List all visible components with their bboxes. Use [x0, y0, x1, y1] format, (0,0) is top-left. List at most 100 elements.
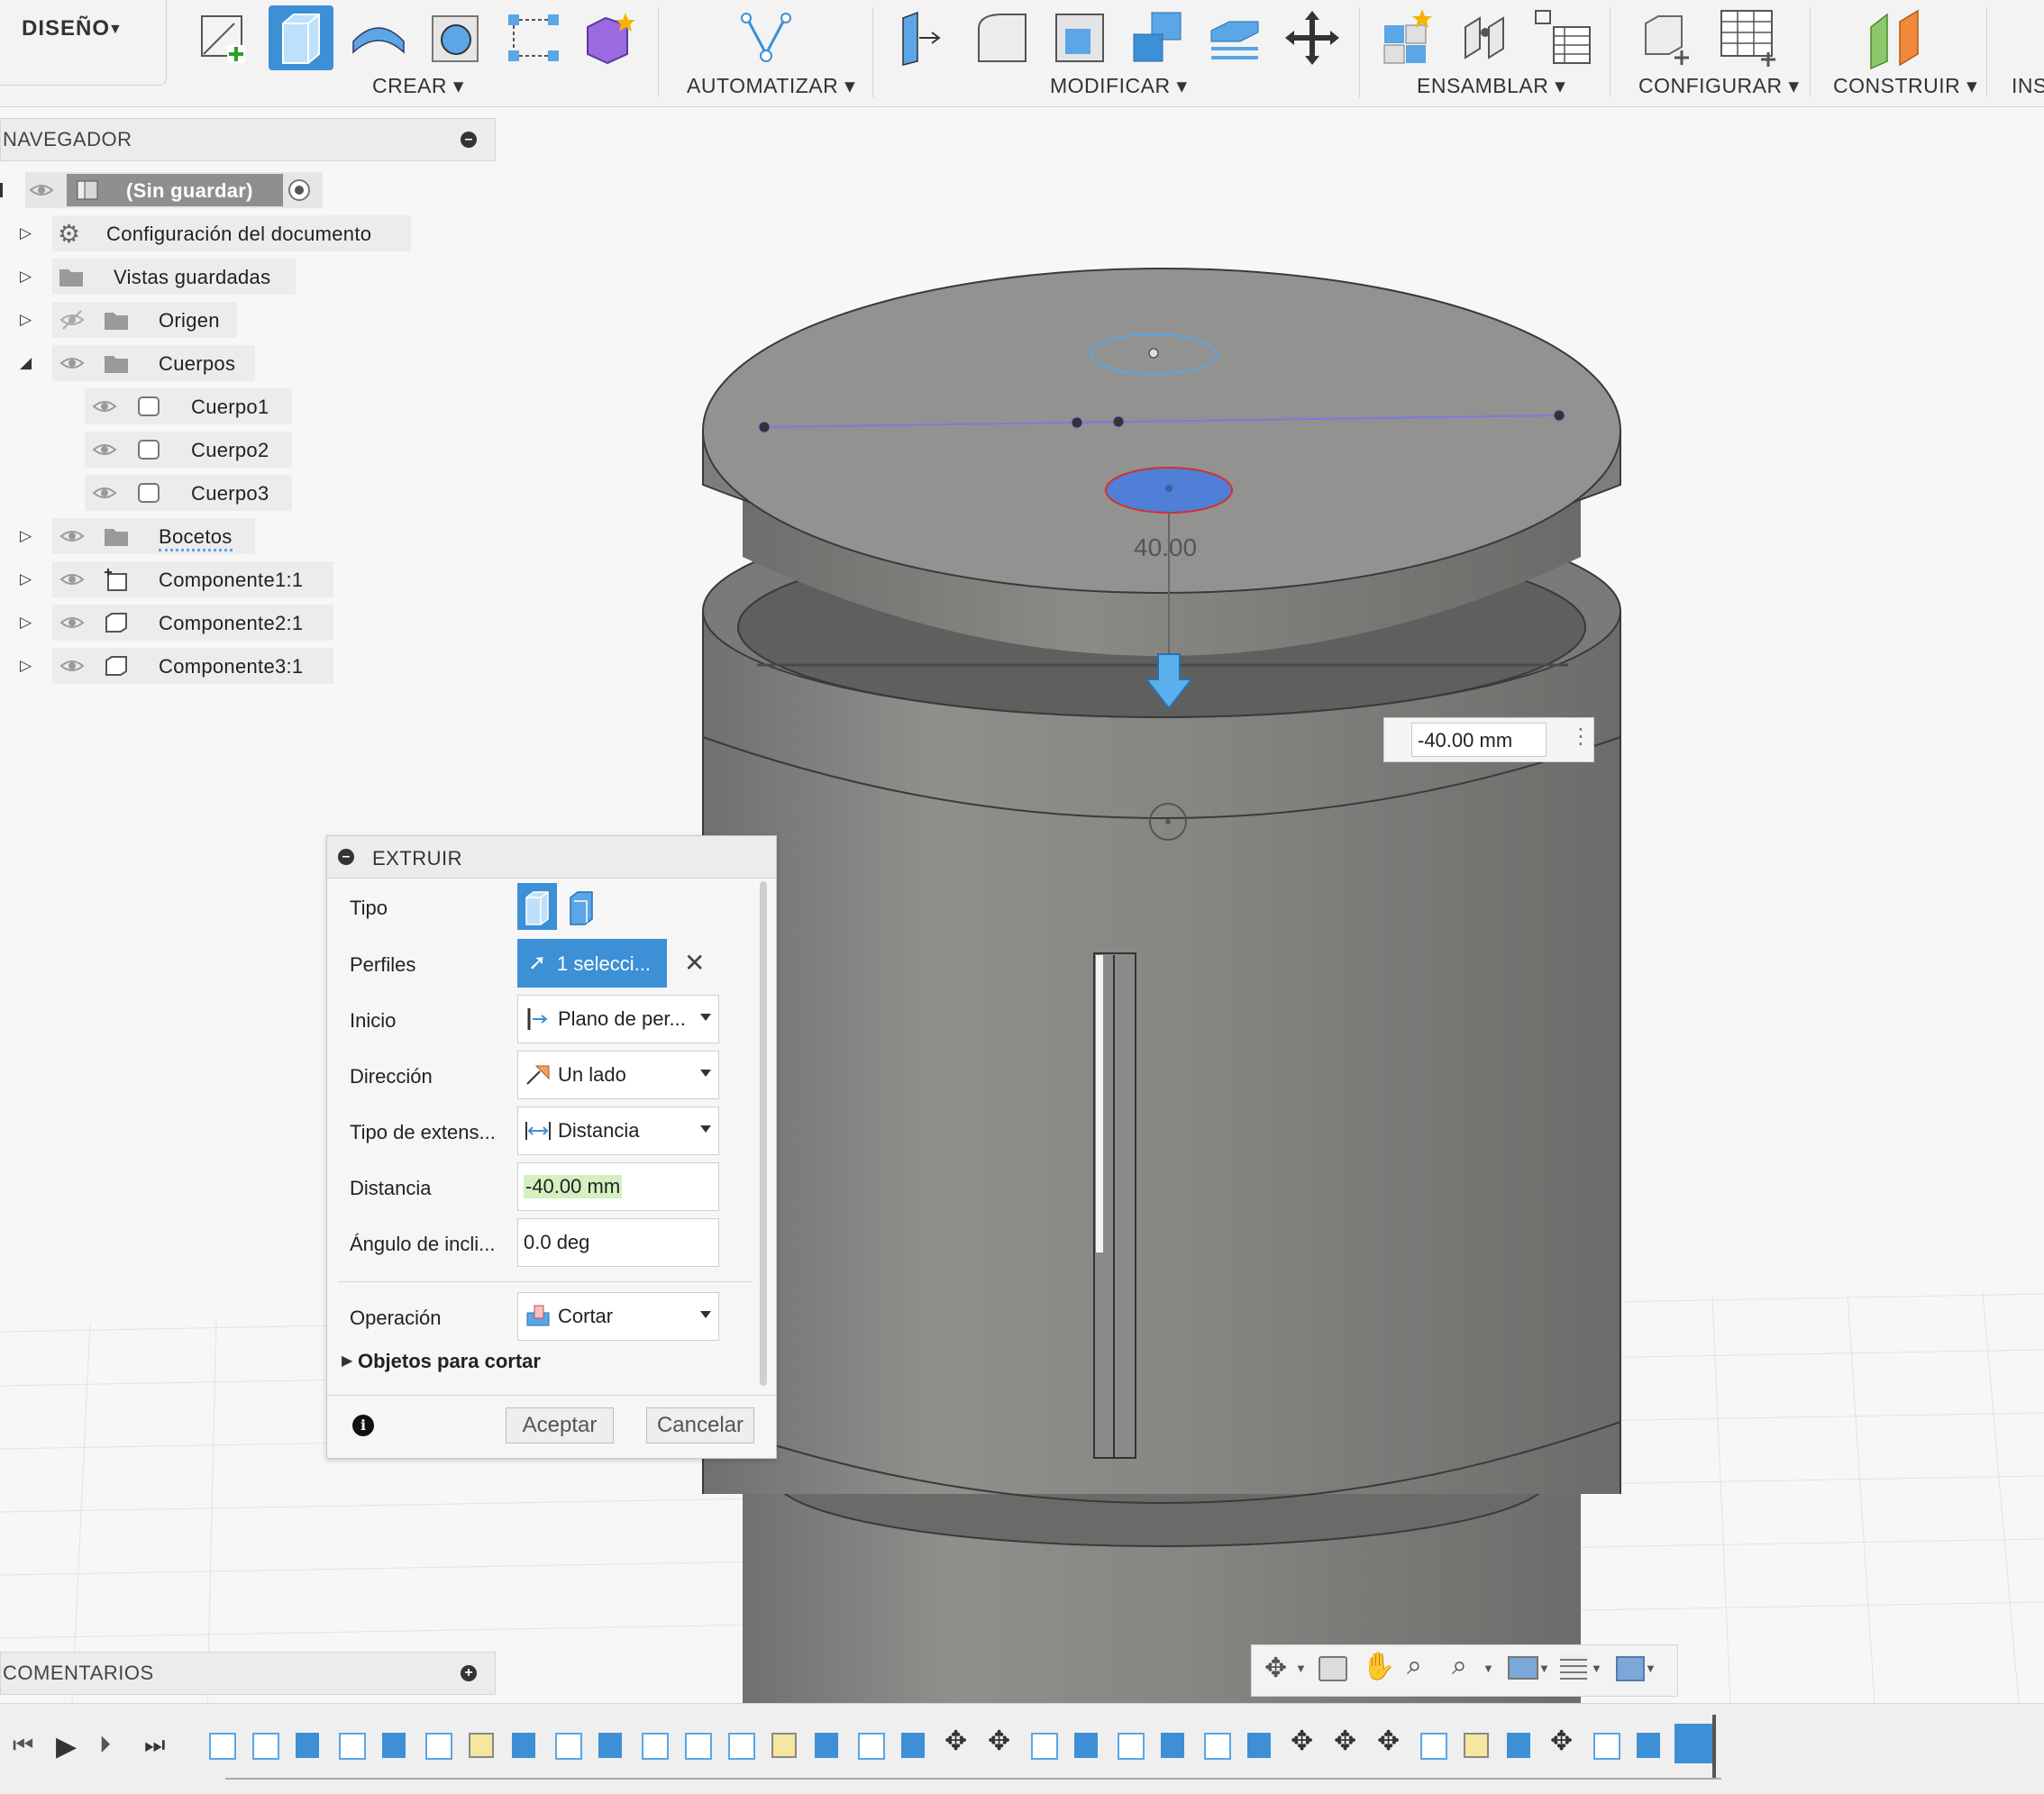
- create-sketch-icon[interactable]: [191, 5, 256, 70]
- distance-manipulator-input[interactable]: -40.00 mm: [1411, 723, 1547, 757]
- model-canvas[interactable]: [0, 106, 2044, 1703]
- offset-face-icon[interactable]: [1202, 5, 1267, 70]
- timeline-sketch-icon[interactable]: [555, 1733, 582, 1760]
- timeline-sketch-icon[interactable]: [858, 1733, 885, 1760]
- pattern-icon[interactable]: [501, 5, 566, 70]
- timeline-component-icon[interactable]: [1464, 1733, 1489, 1758]
- timeline-marker[interactable]: [1712, 1715, 1716, 1778]
- press-pull-icon[interactable]: [892, 5, 957, 70]
- direccion-dropdown[interactable]: Un lado: [517, 1051, 719, 1099]
- expand-icon[interactable]: ▷: [20, 268, 32, 286]
- ensamblar-menu[interactable]: ENSAMBLAR ▾: [1417, 74, 1565, 98]
- clear-selection-icon[interactable]: ✕: [684, 948, 705, 978]
- accept-button[interactable]: Aceptar: [506, 1407, 614, 1443]
- move-icon[interactable]: [1280, 5, 1345, 70]
- objects-to-cut-section[interactable]: ▶ Objetos para cortar: [340, 1348, 610, 1380]
- expand-triangle-icon[interactable]: ▶: [342, 1352, 352, 1370]
- timeline-extrude-icon[interactable]: [382, 1733, 406, 1758]
- tree-item-component1[interactable]: ▷ Componente1:1: [0, 561, 342, 597]
- tree-root[interactable]: (Sin guardar): [0, 172, 324, 208]
- collapse-icon[interactable]: –: [461, 132, 477, 148]
- chevron-down-icon[interactable]: ▼: [1295, 1662, 1307, 1675]
- configure-parameters-icon[interactable]: [1638, 5, 1703, 70]
- visibility-icon[interactable]: [59, 655, 85, 677]
- cancel-button[interactable]: Cancelar: [646, 1407, 754, 1443]
- expand-icon[interactable]: ▷: [20, 224, 32, 242]
- play-icon[interactable]: ▶: [56, 1731, 92, 1767]
- timeline-sketch-icon[interactable]: [728, 1733, 755, 1760]
- timeline-sketch-icon[interactable]: [209, 1733, 236, 1760]
- navigator-header[interactable]: NAVEGADOR –: [0, 118, 496, 161]
- tree-item-component2[interactable]: ▷ Componente2:1: [0, 605, 342, 641]
- expand-icon[interactable]: ▷: [20, 311, 32, 329]
- timeline-extrude-icon[interactable]: [1074, 1733, 1098, 1758]
- collapse-icon[interactable]: –: [338, 849, 354, 865]
- add-comment-icon[interactable]: +: [461, 1665, 477, 1681]
- tree-item-document-settings[interactable]: ▷ ⚙ Configuración del documento: [0, 215, 415, 251]
- pan-hand-icon[interactable]: ✋: [1362, 1651, 1395, 1682]
- visibility-icon[interactable]: [59, 569, 85, 590]
- bom-table-icon[interactable]: [1530, 5, 1595, 70]
- timeline-sketch-icon[interactable]: [339, 1733, 366, 1760]
- joint-icon[interactable]: [1453, 5, 1518, 70]
- timeline-extrude-icon[interactable]: [296, 1733, 319, 1758]
- timeline-move-icon[interactable]: ✥: [988, 1726, 1018, 1756]
- info-icon[interactable]: i: [352, 1415, 374, 1436]
- step-forward-icon[interactable]: ⏵: [99, 1731, 135, 1767]
- fillet-icon[interactable]: [970, 5, 1035, 70]
- visibility-icon[interactable]: [92, 439, 117, 460]
- collapse-icon[interactable]: ◢: [20, 354, 32, 372]
- comments-panel-header[interactable]: COMENTARIOS +: [0, 1652, 496, 1695]
- visibility-icon[interactable]: [29, 179, 54, 201]
- hole-icon[interactable]: [424, 5, 488, 70]
- timeline-sketch-icon[interactable]: [1204, 1733, 1231, 1760]
- timeline-sketch-icon[interactable]: [685, 1733, 712, 1760]
- automate-icon[interactable]: [734, 5, 798, 70]
- zoom-icon[interactable]: ⌕: [1407, 1651, 1422, 1681]
- crear-menu[interactable]: CREAR ▾: [372, 74, 464, 98]
- visibility-icon[interactable]: [59, 612, 85, 633]
- tree-item-body3[interactable]: Cuerpo3: [0, 475, 297, 511]
- configuration-table-icon[interactable]: [1716, 5, 1781, 70]
- inicio-dropdown[interactable]: Plano de per...: [517, 995, 719, 1043]
- extrude-dialog-header[interactable]: – EXTRUIR: [327, 836, 776, 879]
- tree-item-origin[interactable]: ▷ Origen: [0, 302, 243, 338]
- taper-angle-input[interactable]: 0.0 deg: [517, 1218, 719, 1267]
- timeline-move-icon[interactable]: ✥: [1377, 1726, 1408, 1756]
- new-component-icon[interactable]: [1375, 5, 1440, 70]
- combine-icon[interactable]: [1125, 5, 1190, 70]
- tree-item-body2[interactable]: Cuerpo2: [0, 432, 297, 468]
- timeline-move-icon[interactable]: ✥: [944, 1726, 975, 1756]
- viewports-icon[interactable]: [1616, 1656, 1645, 1681]
- visibility-icon[interactable]: [92, 482, 117, 504]
- distance-input[interactable]: -40.00 mm: [517, 1162, 719, 1211]
- extension-type-dropdown[interactable]: Distancia: [517, 1106, 719, 1155]
- timeline-move-icon[interactable]: ✥: [1550, 1726, 1581, 1756]
- thin-type-button[interactable]: [561, 883, 601, 930]
- timeline-move-icon[interactable]: ✥: [1334, 1726, 1364, 1756]
- timeline-extrude-icon[interactable]: [1247, 1733, 1271, 1758]
- tree-item-component3[interactable]: ▷ Componente3:1: [0, 648, 342, 684]
- chevron-down-icon[interactable]: ▼: [1538, 1662, 1550, 1675]
- distance-manipulator[interactable]: -40.00 mm ⋮: [1383, 717, 1594, 762]
- more-options-icon[interactable]: ⋮: [1570, 724, 1592, 750]
- scrollbar[interactable]: [760, 881, 767, 1386]
- display-settings-icon[interactable]: [1508, 1656, 1538, 1680]
- construct-plane-icon[interactable]: [1864, 5, 1929, 70]
- timeline-move-icon[interactable]: ✥: [1291, 1726, 1321, 1756]
- automatizar-menu[interactable]: AUTOMATIZAR ▾: [687, 74, 855, 98]
- timeline-sketch-icon[interactable]: [1031, 1733, 1058, 1760]
- hidden-icon[interactable]: [59, 309, 85, 331]
- chevron-down-icon[interactable]: ▼: [1483, 1662, 1494, 1675]
- shell-icon[interactable]: [1047, 5, 1112, 70]
- timeline-extrude-icon[interactable]: [598, 1733, 622, 1758]
- timeline-extrude-icon[interactable]: [512, 1733, 535, 1758]
- timeline-extrude-icon[interactable]: [901, 1733, 925, 1758]
- timeline-sketch-icon[interactable]: [252, 1733, 279, 1760]
- insertar-menu[interactable]: INS: [2012, 74, 2044, 98]
- tree-item-bodies[interactable]: ◢ Cuerpos: [0, 345, 261, 381]
- selected-profile[interactable]: [1105, 467, 1233, 514]
- timeline-current-feature[interactable]: [1674, 1724, 1712, 1763]
- go-to-start-icon[interactable]: ⏮: [13, 1731, 49, 1767]
- create-form-icon[interactable]: [579, 5, 643, 70]
